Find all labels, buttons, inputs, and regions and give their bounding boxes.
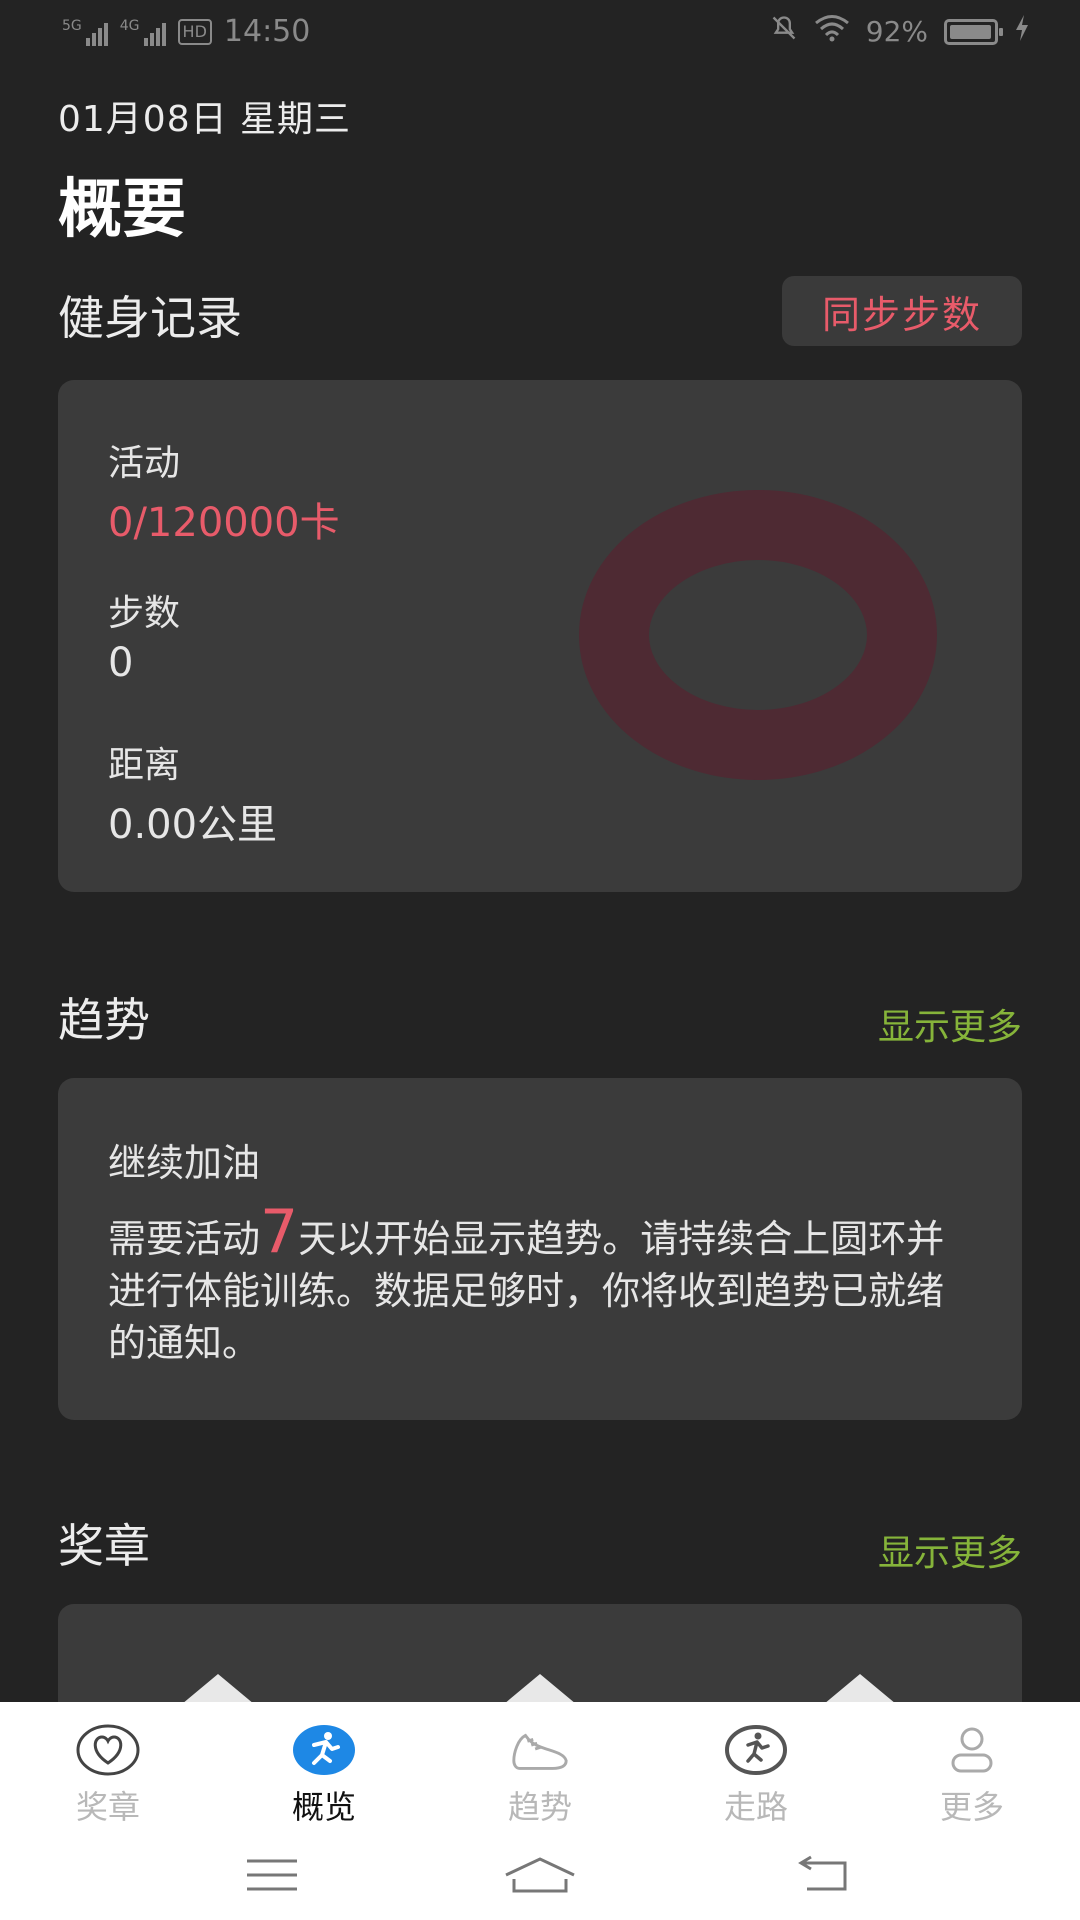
hd-icon: HD <box>177 18 212 45</box>
bottom-tab-bar: 奖章 概览 趋势 走路 更多 <box>0 1702 1080 1920</box>
charging-icon <box>1014 14 1030 49</box>
distance-value: 0.00公里 <box>108 802 278 848</box>
mute-bell-icon <box>770 14 798 49</box>
signal-5g-icon: 5G <box>62 18 108 46</box>
battery-percent: 92% <box>865 15 928 48</box>
page-title: 概要 <box>58 173 186 247</box>
status-left: 5G 4G HD 14:50 <box>62 14 310 49</box>
trend-days-number: 7 <box>260 1197 299 1267</box>
status-right: 92% <box>770 14 1030 49</box>
walker-icon <box>724 1722 788 1778</box>
tab-walk[interactable]: 走路 <box>676 1722 836 1828</box>
back-icon[interactable] <box>784 1850 864 1900</box>
wifi-icon <box>814 14 850 49</box>
status-time: 14:50 <box>223 14 311 49</box>
date-label: 01月08日 星期三 <box>58 99 352 140</box>
runner-icon <box>292 1722 356 1778</box>
tab-trend-label: 趋势 <box>507 1788 572 1826</box>
tab-walk-label: 走路 <box>723 1788 788 1826</box>
tab-medals[interactable]: 奖章 <box>28 1722 188 1828</box>
tab-trend[interactable]: 趋势 <box>460 1722 620 1828</box>
fitness-section-title: 健身记录 <box>58 291 242 345</box>
activity-ring-icon <box>579 490 937 780</box>
medals-show-more-link[interactable]: 显示更多 <box>878 1524 1022 1576</box>
trend-card-body: 需要活动7天以开始显示趋势。请持续合上圆环并进行体能训练。数据足够时，你将收到趋… <box>108 1202 978 1369</box>
trend-card-title: 继续加油 <box>108 1141 261 1185</box>
signal-4g-icon: 4G <box>120 18 166 46</box>
battery-icon <box>944 18 1003 45</box>
tab-more[interactable]: 更多 <box>892 1722 1052 1828</box>
trend-card[interactable]: 继续加油 需要活动7天以开始显示趋势。请持续合上圆环并进行体能训练。数据足够时，… <box>58 1078 1022 1420</box>
menu-icon[interactable] <box>232 1850 312 1900</box>
activity-label: 活动 <box>108 443 181 484</box>
activity-value: 0/120000卡 <box>108 500 340 546</box>
trend-body-before: 需要活动 <box>108 1217 261 1261</box>
status-bar: 5G 4G HD 14:50 92% <box>0 0 1080 64</box>
system-nav-bar <box>0 1830 1080 1920</box>
shoe-icon <box>508 1722 572 1778</box>
heart-icon <box>76 1722 140 1778</box>
steps-value: 0 <box>108 640 134 686</box>
tab-more-label: 更多 <box>939 1788 1004 1826</box>
medals-section-title: 奖章 <box>58 1519 150 1573</box>
home-icon[interactable] <box>500 1850 580 1900</box>
trend-show-more-link[interactable]: 显示更多 <box>878 998 1022 1050</box>
tab-overview[interactable]: 概览 <box>244 1722 404 1828</box>
steps-label: 步数 <box>108 593 181 634</box>
sync-steps-button[interactable]: 同步步数 <box>782 276 1022 346</box>
fitness-card[interactable]: 活动 0/120000卡 步数 0 距离 0.00公里 <box>58 380 1022 892</box>
tab-medals-label: 奖章 <box>75 1788 140 1826</box>
trend-section-title: 趋势 <box>58 993 150 1047</box>
distance-label: 距离 <box>108 745 181 786</box>
person-icon <box>940 1722 1004 1778</box>
tab-overview-label: 概览 <box>291 1788 356 1826</box>
